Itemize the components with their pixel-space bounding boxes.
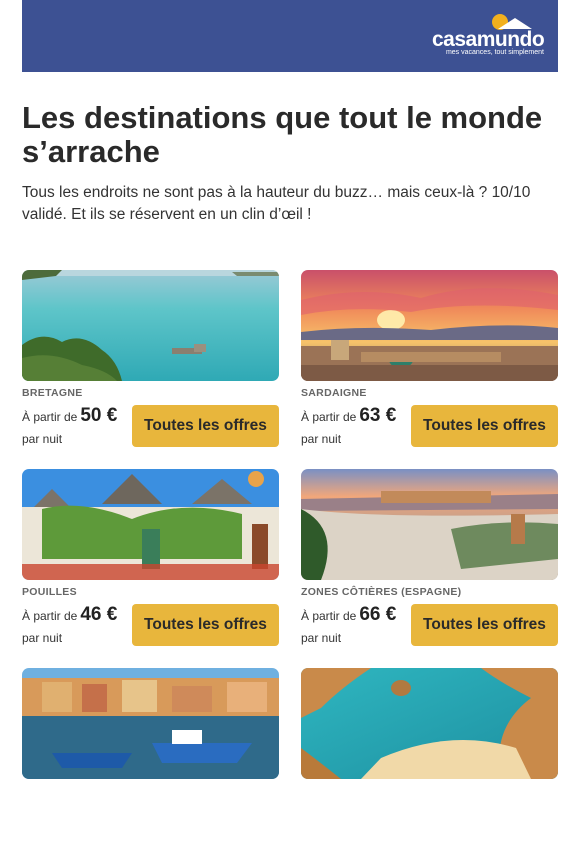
destination-card-bretagne: BRETAGNE À partir de 50 € par nuit Toutes… [22,270,279,460]
casamundo-logo[interactable]: casamundo mes vacances, tout simplement [432,14,545,60]
per-night-label: par nuit [22,432,63,446]
price-from: À partir de 66 € [301,604,396,626]
all-offers-button-pouilles[interactable]: Toutes les offres [132,604,279,646]
destination-photo-beach[interactable] [301,668,558,779]
page-title: Les destinations que tout le monde s’arr… [22,100,543,169]
price-from: À partir de 63 € [301,405,396,427]
destination-card-5 [22,668,279,858]
price-from-label: À partir de [22,609,78,623]
price-value: 66 € [359,604,397,625]
price-from-label: À partir de [22,410,78,424]
destination-card-sardaigne: SARDAIGNE À partir de 63 € par nuit Toute… [301,270,558,460]
price-value: 46 € [80,604,118,625]
destination-name: SARDAIGNE [301,387,367,399]
destination-photo-harbor[interactable] [22,668,279,779]
email-header: casamundo mes vacances, tout simplement [22,0,558,72]
destination-photo-bretagne[interactable] [22,270,279,381]
destination-name: POUILLES [22,586,77,598]
per-night-label: par nuit [22,631,63,645]
per-night-label: par nuit [301,631,342,645]
price-value: 50 € [80,405,118,426]
price-from: À partir de 50 € [22,405,117,427]
destination-card-pouilles: POUILLES À partir de 46 € par nuit Toutes… [22,469,279,659]
destination-name: BRETAGNE [22,387,83,399]
per-night-label: par nuit [301,432,342,446]
destination-card-6 [301,668,558,858]
destination-card-zones-cotieres: ZONES CÔTIÈRES (ESPAGNE) À partir de 66 €… [301,469,558,659]
price-from-label: À partir de [301,410,357,424]
all-offers-button-sardaigne[interactable]: Toutes les offres [411,405,558,447]
price-from: À partir de 46 € [22,604,117,626]
destination-photo-zones-cotieres[interactable] [301,469,558,580]
intro-text: Tous les endroits ne sont pas à la haute… [22,184,531,223]
destination-photo-sardaigne[interactable] [301,270,558,381]
price-value: 63 € [359,405,397,426]
destination-name: ZONES CÔTIÈRES (ESPAGNE) [301,586,462,598]
price-from-label: À partir de [301,609,357,623]
destination-photo-pouilles[interactable] [22,469,279,580]
logo-tagline: mes vacances, tout simplement [445,49,544,56]
all-offers-button-zones-cotieres[interactable]: Toutes les offres [411,604,558,646]
all-offers-button-bretagne[interactable]: Toutes les offres [132,405,279,447]
